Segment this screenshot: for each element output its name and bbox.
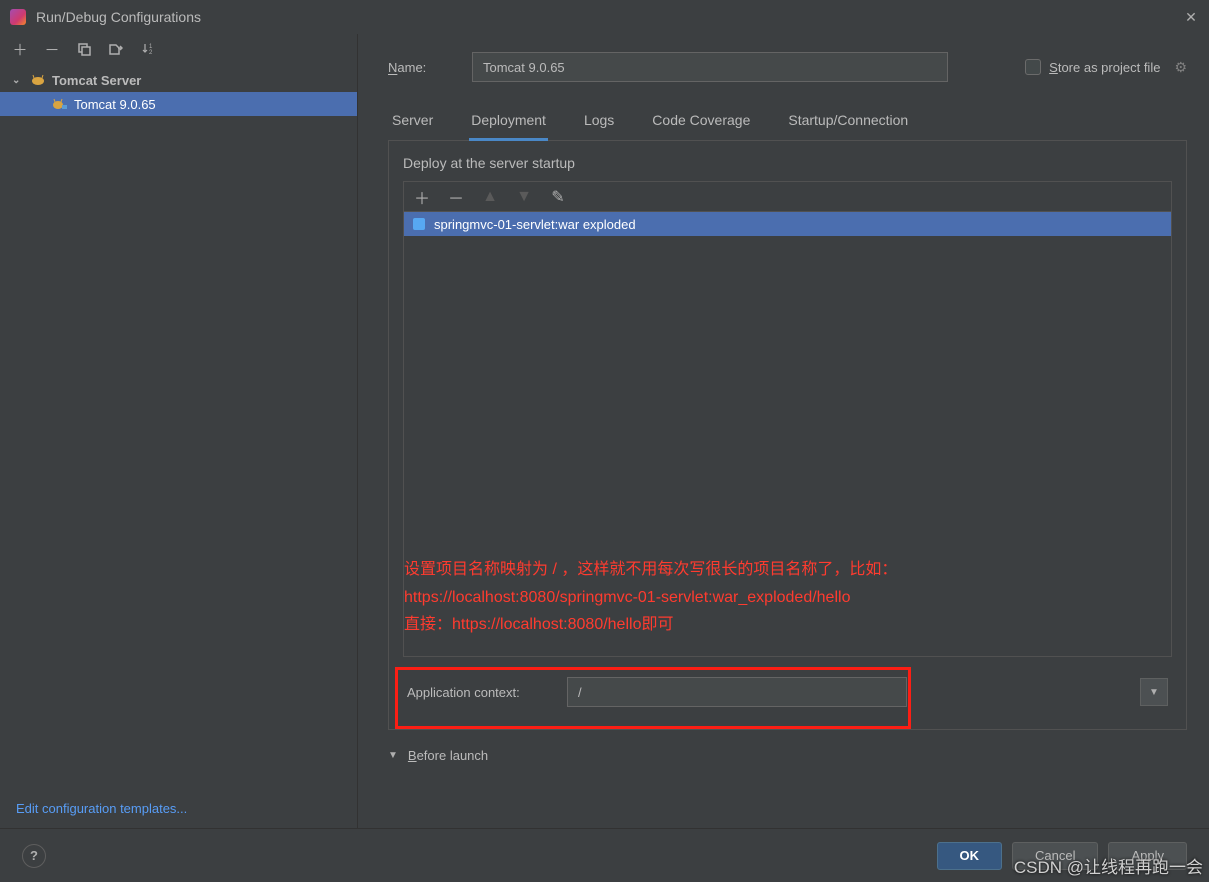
add-artifact-icon[interactable]: ＋ (414, 185, 430, 209)
annotation-line: 直接：https://localhost:8080/hello即可 (404, 611, 897, 638)
list-item[interactable]: springmvc-01-servlet:war exploded (404, 212, 1171, 236)
artifact-label: springmvc-01-servlet:war exploded (434, 217, 636, 232)
store-label: Store as project file (1049, 60, 1160, 75)
tab-deployment[interactable]: Deployment (469, 104, 548, 141)
artifact-icon (412, 217, 426, 231)
app-context-input[interactable] (567, 677, 907, 707)
chevron-down-icon: ▼ (388, 750, 398, 761)
store-checkbox[interactable] (1025, 59, 1041, 75)
remove-artifact-icon[interactable]: － (448, 185, 464, 209)
config-tree: ⌄ Tomcat Server Tomcat 9.0.65 (0, 64, 357, 789)
before-launch-label: Before launch (408, 748, 488, 763)
annotation-text: 设置项目名称映射为 / ，这样就不用每次写很长的项目名称了，比如： https:… (404, 556, 897, 638)
annotation-line: 设置项目名称映射为 / ，这样就不用每次写很长的项目名称了，比如： (404, 556, 897, 583)
sidebar: ＋ － 12 ⌄ Tomcat Server (0, 34, 358, 828)
name-input[interactable] (472, 52, 948, 82)
right-panel: Name: Store as project file ⚙ Server Dep… (358, 34, 1209, 828)
deploy-section: Deploy at the server startup ＋ － ▲ ▼ ✎ s… (388, 141, 1187, 730)
tree-node-label: Tomcat Server (52, 73, 141, 88)
sort-config-icon[interactable]: 12 (140, 41, 156, 57)
deploy-section-label: Deploy at the server startup (403, 155, 1172, 171)
app-icon (10, 9, 26, 25)
tomcat-local-icon (52, 96, 68, 112)
app-context-row: Application context: ▼ (403, 671, 1172, 713)
tree-node-tomcat-instance[interactable]: Tomcat 9.0.65 (0, 92, 357, 116)
help-icon[interactable]: ? (22, 844, 46, 868)
tabs: Server Deployment Logs Code Coverage Sta… (388, 104, 1187, 141)
name-label: Name: (388, 60, 472, 75)
tree-node-tomcat-server[interactable]: ⌄ Tomcat Server (0, 68, 357, 92)
sidebar-toolbar: ＋ － 12 (0, 34, 357, 64)
main-container: ＋ － 12 ⌄ Tomcat Server (0, 34, 1209, 828)
move-up-icon: ▲ (482, 188, 498, 206)
watermark: CSDN @让线程再跑一会 (1014, 853, 1203, 878)
svg-text:2: 2 (149, 50, 153, 56)
tab-server[interactable]: Server (390, 104, 435, 140)
before-launch-row[interactable]: ▼ Before launch (388, 746, 1187, 765)
deploy-toolbar: ＋ － ▲ ▼ ✎ (404, 182, 1171, 212)
name-row: Name: Store as project file ⚙ (388, 52, 1187, 82)
edit-artifact-icon[interactable]: ✎ (550, 187, 566, 207)
move-down-icon: ▼ (516, 188, 532, 206)
deploy-list-container: ＋ － ▲ ▼ ✎ springmvc-01-servlet:war explo… (403, 181, 1172, 657)
copy-config-icon[interactable] (76, 41, 92, 57)
title-bar: Run/Debug Configurations ✕ (0, 0, 1209, 34)
edit-templates-link-container: Edit configuration templates... (0, 789, 357, 828)
gear-icon[interactable]: ⚙ (1174, 59, 1187, 76)
store-block: Store as project file ⚙ (1025, 59, 1187, 76)
close-icon[interactable]: ✕ (1183, 9, 1199, 25)
dropdown-icon[interactable]: ▼ (1140, 678, 1168, 706)
chevron-down-icon: ⌄ (12, 75, 24, 86)
save-config-icon[interactable] (108, 41, 124, 57)
app-context-label: Application context: (407, 685, 567, 700)
edit-templates-link[interactable]: Edit configuration templates... (16, 801, 187, 816)
add-config-icon[interactable]: ＋ (12, 41, 28, 57)
remove-config-icon[interactable]: － (44, 41, 60, 57)
window-title: Run/Debug Configurations (36, 9, 1183, 25)
deploy-list[interactable]: springmvc-01-servlet:war exploded 设置项目名称… (404, 212, 1171, 656)
annotation-line: https://localhost:8080/springmvc-01-serv… (404, 584, 897, 611)
tree-node-label: Tomcat 9.0.65 (74, 97, 156, 112)
tab-logs[interactable]: Logs (582, 104, 616, 140)
tomcat-icon (30, 72, 46, 88)
ok-button[interactable]: OK (937, 842, 1003, 870)
tab-code-coverage[interactable]: Code Coverage (650, 104, 752, 140)
tab-startup-connection[interactable]: Startup/Connection (786, 104, 910, 140)
